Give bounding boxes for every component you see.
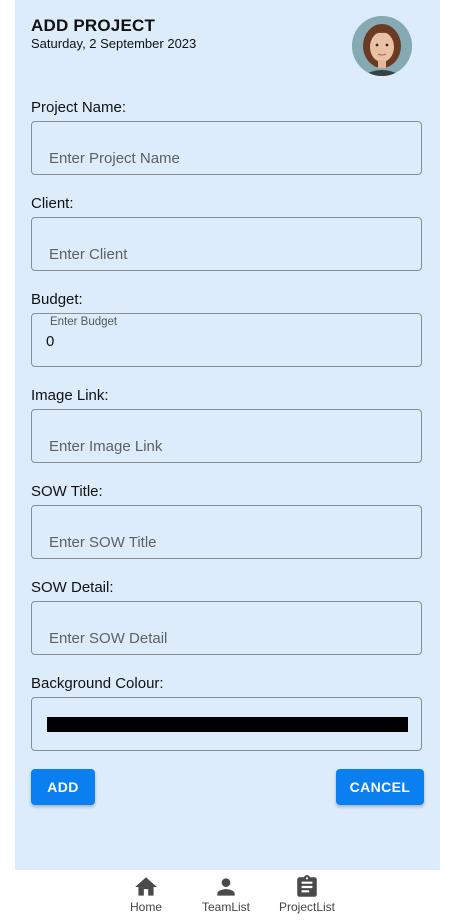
home-icon [135,877,157,896]
budget-field[interactable]: Enter Budget 0 [31,313,422,367]
project-name-label: Project Name: [31,99,127,116]
background-colour-field[interactable] [31,697,422,751]
sow-detail-field[interactable]: Enter SOW Detail [31,601,422,655]
sow-detail-label: SOW Detail: [31,579,114,596]
nav-label-home: Home [129,900,162,914]
image-link-placeholder: Enter Image Link [49,438,163,455]
client-field[interactable]: Enter Client [31,217,422,271]
avatar-image [352,16,412,76]
budget-value: 0 [46,333,55,350]
colour-swatch[interactable] [47,717,408,732]
add-button[interactable]: ADD [31,769,95,805]
person-icon [217,878,235,896]
sow-title-label: SOW Title: [31,483,103,500]
nav-item-home[interactable]: Home [106,870,186,924]
budget-label: Budget: [31,291,83,308]
client-placeholder: Enter Client [49,246,128,263]
page-title: ADD PROJECT [31,16,156,35]
client-label: Client: [31,195,74,212]
sow-detail-placeholder: Enter SOW Detail [49,630,168,647]
project-name-placeholder: Enter Project Name [49,150,180,167]
bottom-navigation: Home TeamList ProjectList [0,870,456,924]
clipboard-icon [297,875,317,897]
image-link-field[interactable]: Enter Image Link [31,409,422,463]
background-colour-label: Background Colour: [31,675,164,692]
nav-item-teamlist[interactable]: TeamList [186,870,266,924]
avatar[interactable] [352,16,412,76]
budget-floating-label: Enter Budget [50,316,118,328]
add-project-panel: ADD PROJECT Saturday, 2 September 2023 P… [15,0,440,870]
sow-title-field[interactable]: Enter SOW Title [31,505,422,559]
cancel-button[interactable]: CANCEL [336,769,424,805]
nav-item-projectlist[interactable]: ProjectList [267,870,347,924]
sow-title-placeholder: Enter SOW Title [49,534,157,551]
nav-label-projectlist: ProjectList [278,900,336,914]
page-date: Saturday, 2 September 2023 [31,36,197,51]
image-link-label: Image Link: [31,387,109,404]
project-name-field[interactable]: Enter Project Name [31,121,422,175]
nav-label-teamlist: TeamList [201,900,251,914]
